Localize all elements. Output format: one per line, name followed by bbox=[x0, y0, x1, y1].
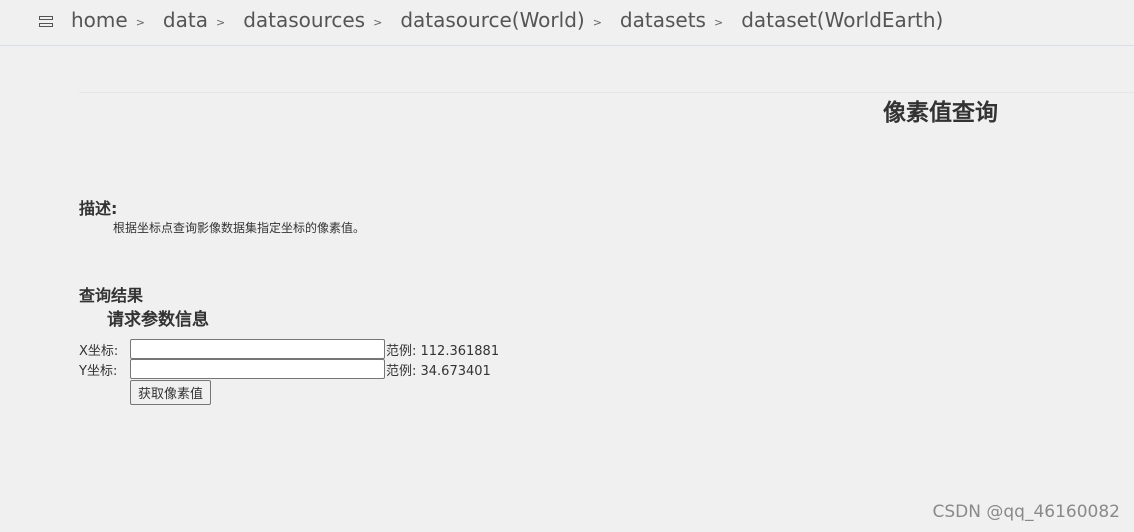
breadcrumb-home[interactable]: home bbox=[71, 8, 128, 32]
request-params-heading: 请求参数信息 bbox=[107, 310, 209, 330]
breadcrumb-separator: > bbox=[215, 16, 226, 29]
y-coordinate-row: Y坐标: 范例: 34.673401 bbox=[79, 359, 491, 379]
x-coordinate-label: X坐标: bbox=[79, 343, 119, 359]
x-coordinate-example: 范例: 112.361881 bbox=[386, 343, 500, 359]
watermark: CSDN @qq_46160082 bbox=[932, 502, 1120, 522]
breadcrumb-datasources[interactable]: datasources bbox=[243, 8, 365, 32]
breadcrumb-separator: > bbox=[592, 16, 602, 29]
x-coordinate-row: X坐标: 范例: 112.361881 bbox=[79, 339, 499, 359]
breadcrumb: home > data > datasources > datasource(World) >… bbox=[71, 8, 943, 32]
y-coordinate-label: Y坐标: bbox=[79, 363, 118, 379]
breadcrumb-separator: > bbox=[135, 16, 145, 29]
y-coordinate-example: 范例: 34.673401 bbox=[386, 363, 491, 379]
breadcrumb-data[interactable]: data bbox=[163, 8, 208, 32]
breadcrumb-separator: > bbox=[713, 16, 724, 29]
x-coordinate-input[interactable] bbox=[130, 339, 385, 359]
top-navigation-bar: home > data > datasources > datasource(World) >… bbox=[0, 0, 1134, 46]
description-text: 根据坐标点查询影像数据集指定坐标的像素值。 bbox=[113, 221, 366, 235]
page-title: 像素值查询 bbox=[883, 100, 998, 126]
get-pixel-value-button[interactable]: 获取像素值 bbox=[130, 380, 212, 405]
description-heading: 描述: bbox=[79, 199, 118, 218]
query-results-heading: 查询结果 bbox=[79, 286, 144, 305]
menu-icon[interactable] bbox=[39, 16, 53, 28]
breadcrumb-separator: > bbox=[373, 16, 383, 29]
y-coordinate-input[interactable] bbox=[130, 359, 385, 379]
breadcrumb-dataset-worldearth[interactable]: dataset(WorldEarth) bbox=[741, 8, 943, 32]
breadcrumb-datasets[interactable]: datasets bbox=[620, 8, 706, 32]
breadcrumb-datasource-world[interactable]: datasource(World) bbox=[400, 8, 584, 32]
